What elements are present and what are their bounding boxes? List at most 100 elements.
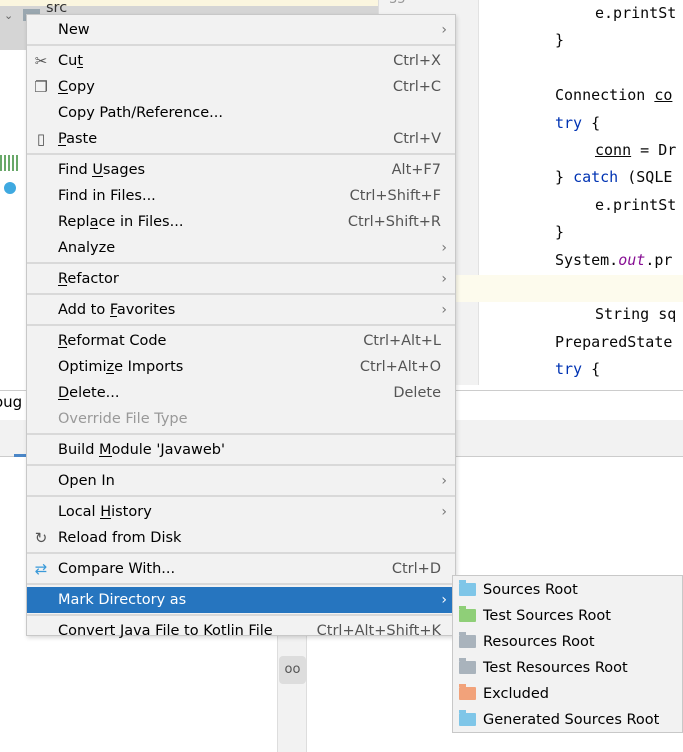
menu-item-label: Override File Type [58, 411, 188, 427]
code-line: e.printSt [595, 4, 676, 22]
menu-item-add-to-favorites[interactable]: Add to Favorites › [27, 297, 455, 323]
code-token: } [555, 223, 565, 242]
submenu-item-label: Test Resources Root [483, 660, 628, 676]
menu-item-label: Build Module 'Javaweb' [58, 442, 225, 458]
shortcut: Alt+F7 [391, 162, 441, 178]
shortcut: Ctrl+C [392, 79, 441, 95]
mnemonic-underline [58, 93, 69, 94]
context-menu: New › ✂ Cut Ctrl+X ❐ Copy Ctrl+C Copy Path/Refer… [26, 14, 456, 639]
mnemonic-underline [58, 145, 67, 146]
menu-item-label: Find Usages [58, 162, 146, 178]
code-line: } catch (SQLE [555, 168, 672, 186]
shortcut: Ctrl+Shift+R [347, 214, 441, 230]
shortcut: Delete [393, 385, 441, 401]
code-token: System. [555, 250, 619, 269]
menu-item-local-history[interactable]: Local History › [27, 499, 455, 525]
menu-item-reformat-code[interactable]: Reformat Code Ctrl+Alt+L [27, 328, 455, 354]
code-token: catch [573, 168, 619, 187]
code-token: String sq [595, 305, 677, 324]
menu-item-refactor[interactable]: Refactor › [27, 266, 455, 292]
menu-item-replace-in-files[interactable]: Replace in Files... Ctrl+Shift+R [27, 209, 455, 235]
menu-item-label: Delete... [58, 385, 120, 401]
menu-item-label: Copy Path/Reference... [58, 105, 223, 121]
code-line: e.printSt [595, 196, 676, 214]
chevron-right-icon: › [441, 592, 447, 608]
code-line: Connection co [555, 86, 672, 104]
folder-icon [459, 606, 476, 622]
menu-item-paste[interactable]: ▯ Paste Ctrl+V [27, 126, 455, 152]
tool-window-title: oug [0, 393, 23, 411]
mnemonic-underline [77, 67, 83, 68]
code-token: .pr [645, 250, 673, 269]
menu-item-new[interactable]: New › [27, 17, 455, 43]
compare-icon: ⇄ [34, 560, 48, 578]
menu-item-label: Copy [58, 79, 95, 95]
menu-item-label: Convert Java File to Kotlin File [58, 623, 273, 639]
menu-item-label: Cut [58, 53, 83, 69]
menu-item-label: Replace in Files... [58, 214, 184, 230]
submenu-item-test-sources-root[interactable]: Test Sources Root [453, 603, 682, 629]
submenu-item-excluded[interactable]: Excluded [453, 681, 682, 707]
clipboard-icon: ▯ [36, 130, 46, 148]
code-token: PreparedState [555, 332, 673, 351]
menu-item-copy-path-reference[interactable]: Copy Path/Reference... [27, 100, 455, 126]
code-token: { [582, 113, 601, 132]
folder-icon [459, 632, 476, 648]
menu-item-label: Local History [58, 504, 152, 520]
menu-item-copy[interactable]: ❐ Copy Ctrl+C [27, 74, 455, 100]
chevron-right-icon: › [441, 504, 447, 520]
chevron-right-icon: › [441, 271, 447, 287]
scissors-icon: ✂ [34, 52, 48, 70]
menu-item-convert-java-file-to-kotlin-file[interactable]: Convert Java File to Kotlin File Ctrl+Alt… [27, 618, 455, 644]
submenu-item-label: Test Sources Root [483, 608, 611, 624]
chevron-down-icon[interactable]: ⌄ [4, 9, 13, 22]
menu-item-reload-from-disk[interactable]: ↻ Reload from Disk [27, 525, 455, 551]
menu-item-compare-with[interactable]: ⇄ Compare With... Ctrl+D [27, 556, 455, 582]
submenu-item-generated-sources-root[interactable]: Generated Sources Root [453, 707, 682, 733]
submenu-item-label: Resources Root [483, 634, 595, 650]
submenu-item-test-resources-root[interactable]: Test Resources Root [453, 655, 682, 681]
submenu-item-sources-root[interactable]: Sources Root [453, 577, 682, 603]
menu-item-cut[interactable]: ✂ Cut Ctrl+X [27, 48, 455, 74]
shortcut: Ctrl+Shift+F [349, 188, 441, 204]
menu-item-optimize-imports[interactable]: Optimize Imports Ctrl+Alt+O [27, 354, 455, 380]
shortcut: Ctrl+X [393, 53, 441, 69]
mnemonic-underline [89, 228, 99, 229]
mnemonic-underline [58, 399, 70, 400]
code-line: System.out.pr [555, 251, 672, 269]
menu-item-delete[interactable]: Delete... Delete [27, 380, 455, 406]
folder-icon [459, 580, 476, 596]
folder-icon [459, 710, 476, 726]
menu-item-analyze[interactable]: Analyze › [27, 235, 455, 261]
code-editor[interactable] [478, 0, 683, 385]
code-token: try [555, 360, 583, 379]
shortcut: Ctrl+Alt+Shift+K [316, 623, 441, 639]
submenu-item-resources-root[interactable]: Resources Root [453, 629, 682, 655]
code-token: = Dr [631, 141, 677, 159]
chart-icon [0, 155, 20, 171]
shortcut: Ctrl+Alt+O [359, 359, 441, 375]
code-token: conn [595, 141, 632, 159]
mnemonic-underline [100, 518, 112, 519]
services-icon [2, 180, 18, 196]
mnemonic-underline [58, 285, 68, 286]
menu-item-build-module-javaweb[interactable]: Build Module 'Javaweb' [27, 437, 455, 463]
chevron-right-icon: › [441, 473, 447, 489]
code-line: PreparedState [555, 333, 672, 351]
menu-item-label: Reload from Disk [58, 530, 182, 546]
menu-item-label: New [58, 22, 90, 38]
menu-item-find-usages[interactable]: Find Usages Alt+F7 [27, 157, 455, 183]
submenu-item-label: Excluded [483, 686, 550, 702]
code-token: try [555, 113, 583, 132]
submenu-item-label: Sources Root [483, 582, 578, 598]
menu-item-find-in-files[interactable]: Find in Files... Ctrl+Shift+F [27, 183, 455, 209]
chevron-right-icon: › [441, 302, 447, 318]
menu-item-open-in[interactable]: Open In › [27, 468, 455, 494]
menu-item-override-file-type[interactable]: Override File Type [27, 406, 455, 432]
line-number: 35 [389, 0, 406, 7]
code-line: try { [555, 360, 600, 378]
glasses-icon[interactable]: oo [279, 656, 306, 684]
shortcut: Ctrl+Alt+L [363, 333, 441, 349]
code-line: conn = Dr [595, 141, 676, 159]
menu-item-mark-directory-as[interactable]: Mark Directory as › [27, 587, 455, 613]
